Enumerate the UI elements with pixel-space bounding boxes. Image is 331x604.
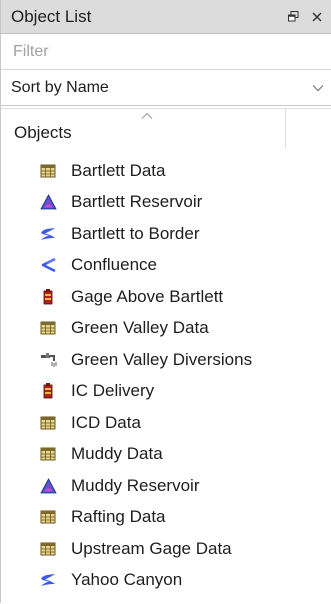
list-item[interactable]: IC Delivery — [1, 376, 331, 408]
data-table-icon — [39, 162, 57, 180]
chevron-down-icon[interactable] — [307, 77, 329, 99]
list-item[interactable]: Rafting Data — [1, 502, 331, 534]
panel-titlebar: Object List — [1, 0, 331, 34]
gage-icon — [39, 382, 57, 400]
list-item-label: Rafting Data — [71, 507, 166, 527]
list-item[interactable]: Bartlett Data — [1, 155, 331, 187]
list-item-label: Bartlett to Border — [71, 223, 200, 243]
diversion-icon — [39, 351, 57, 369]
reservoir-icon — [39, 477, 57, 495]
list-item[interactable]: Green Valley Diversions — [1, 344, 331, 376]
filter-input[interactable] — [11, 41, 315, 62]
list-item-label: Muddy Reservoir — [71, 475, 200, 495]
list-item-label: Bartlett Data — [71, 160, 166, 180]
list-item[interactable]: Muddy Data — [1, 439, 331, 471]
list-item[interactable]: ICD Data — [1, 407, 331, 439]
list-item[interactable]: Yahoo Canyon — [1, 565, 331, 597]
data-table-icon — [39, 414, 57, 432]
list-item-label: IC Delivery — [71, 381, 155, 401]
close-icon[interactable] — [307, 7, 327, 27]
list-item[interactable]: Upstream Gage Data — [1, 533, 331, 565]
list-item[interactable]: Bartlett to Border — [1, 218, 331, 250]
confluence-icon — [39, 256, 57, 274]
column-header-label: Objects — [14, 123, 72, 142]
list-item-label: Gage Above Bartlett — [71, 286, 224, 306]
reach-icon — [39, 571, 57, 589]
float-window-icon[interactable] — [283, 7, 303, 27]
list-item-label: ICD Data — [71, 412, 141, 432]
sort-dropdown[interactable]: Sort by Name — [1, 70, 331, 106]
object-items: Bartlett Data Bartlett Reservoir Bartlett … — [1, 155, 331, 596]
panel-title: Object List — [11, 6, 92, 26]
object-tree: Objects Bartlett Data Bartlett Reservoir B… — [1, 108, 331, 604]
list-item-label: Green Valley Diversions — [71, 349, 253, 369]
data-table-icon — [39, 508, 57, 526]
list-item[interactable]: Muddy Reservoir — [1, 470, 331, 502]
data-table-icon — [39, 445, 57, 463]
sort-ascending-icon — [141, 112, 153, 119]
list-item[interactable]: Bartlett Reservoir — [1, 187, 331, 219]
list-item-label: Green Valley Data — [71, 318, 209, 338]
filter-box — [1, 34, 331, 70]
data-table-icon — [39, 540, 57, 558]
reservoir-icon — [39, 193, 57, 211]
list-item-label: Muddy Data — [71, 444, 163, 464]
list-item[interactable]: Gage Above Bartlett — [1, 281, 331, 313]
object-list-panel: Object List Sort by Name — [0, 0, 331, 603]
gage-icon — [39, 288, 57, 306]
list-item-label: Bartlett Reservoir — [71, 192, 203, 212]
data-table-icon — [39, 319, 57, 337]
column-header-objects[interactable]: Objects — [1, 109, 286, 149]
list-item-label: Upstream Gage Data — [71, 538, 232, 558]
list-item-label: Confluence — [71, 255, 158, 275]
sort-selected-value: Sort by Name — [11, 78, 109, 96]
list-item[interactable]: Green Valley Data — [1, 313, 331, 345]
list-item[interactable]: Confluence — [1, 250, 331, 282]
list-item-label: Yahoo Canyon — [71, 570, 183, 590]
reach-icon — [39, 225, 57, 243]
